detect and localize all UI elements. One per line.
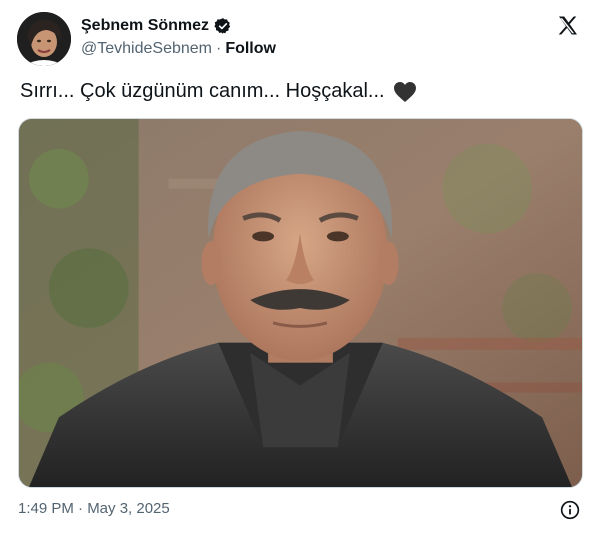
verified-badge-icon	[214, 17, 232, 35]
author-avatar[interactable]	[17, 12, 71, 66]
x-logo-icon[interactable]	[556, 14, 580, 38]
tweet-photo[interactable]	[18, 118, 583, 488]
tweet-card: Şebnem Sönmez @TevhideSebnem · Follow Sı…	[0, 0, 600, 540]
avatar-image	[17, 12, 71, 66]
handle-row: @TevhideSebnem · Follow	[81, 40, 276, 58]
tweet-timestamp[interactable]: 1:49 PM · May 3, 2025	[18, 500, 170, 517]
black-heart-icon	[393, 81, 417, 103]
name-row: Şebnem Sönmez	[81, 16, 276, 36]
author-handle[interactable]: @TevhideSebnem	[81, 40, 212, 58]
tweet-body: Sırrı... Çok üzgünüm canım... Hoşçakal..…	[20, 80, 385, 102]
author-display-name[interactable]: Şebnem Sönmez	[81, 17, 209, 35]
author-info: Şebnem Sönmez @TevhideSebnem · Follow	[81, 16, 276, 58]
tweet-text: Sırrı... Çok üzgünüm canım... Hoşçakal..…	[20, 80, 417, 103]
info-icon[interactable]	[560, 500, 580, 520]
separator-dot: ·	[215, 40, 222, 57]
photo-of-man-in-leather-jacket	[19, 119, 582, 487]
follow-button[interactable]: Follow	[225, 40, 276, 58]
